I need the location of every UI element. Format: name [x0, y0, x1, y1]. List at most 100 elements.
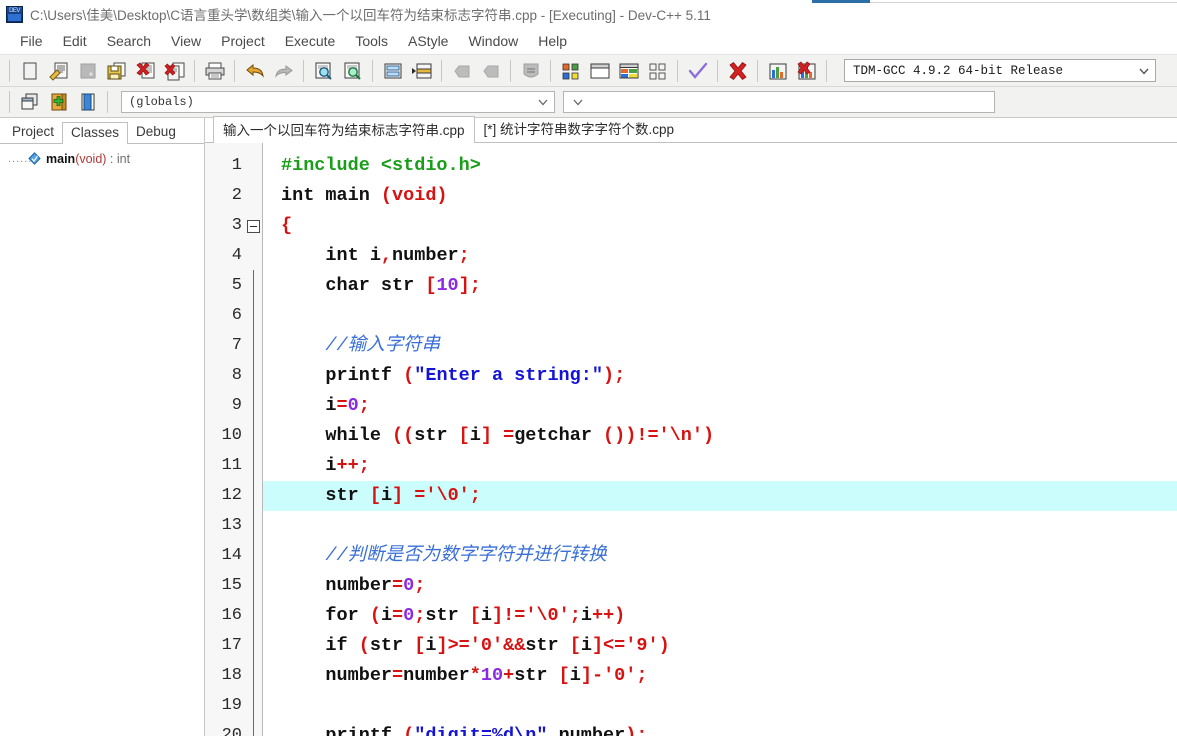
code-line[interactable]: char str [10]; — [263, 271, 1177, 301]
code-line[interactable]: int i,number; — [263, 241, 1177, 271]
compile-run-button[interactable] — [614, 57, 643, 84]
run-button[interactable] — [585, 57, 614, 84]
menu-project[interactable]: Project — [211, 31, 275, 51]
symbol-select[interactable] — [563, 91, 995, 113]
main-toolbar: TDM-GCC 4.9.2 64-bit Release — [0, 54, 1177, 87]
close-file-button[interactable] — [131, 57, 160, 84]
code-line[interactable]: number=number*10+str [i]-'0'; — [263, 661, 1177, 691]
menu-tools[interactable]: Tools — [345, 31, 398, 51]
chevron-down-icon — [538, 99, 548, 106]
bookmark-button[interactable] — [516, 57, 545, 84]
menu-window[interactable]: Window — [458, 31, 528, 51]
code-token: [ — [414, 635, 426, 656]
code-token: { — [281, 215, 293, 236]
menu-execute[interactable]: Execute — [275, 31, 346, 51]
code-token: [ — [558, 665, 570, 686]
scope-select-value: (globals) — [129, 95, 194, 109]
print-button[interactable] — [200, 57, 229, 84]
tree-item-type: : int — [106, 151, 131, 166]
menu-view[interactable]: View — [161, 31, 211, 51]
code-line[interactable]: number=0; — [263, 571, 1177, 601]
code-line[interactable]: //输入字符串 — [263, 331, 1177, 361]
code-line[interactable] — [263, 511, 1177, 541]
code-line[interactable]: printf ("Enter a string:"); — [263, 361, 1177, 391]
save-file-button[interactable] — [73, 57, 102, 84]
code-token: (( — [392, 425, 415, 446]
scope-select[interactable]: (globals) — [121, 91, 555, 113]
close-all-button[interactable] — [160, 57, 189, 84]
stop-execution-button[interactable] — [723, 57, 752, 84]
code-token: '9' — [625, 635, 659, 656]
code-line[interactable] — [263, 691, 1177, 721]
compiler-select[interactable]: TDM-GCC 4.9.2 64-bit Release — [844, 59, 1156, 82]
add-to-project-button[interactable] — [44, 89, 73, 116]
code-text-area[interactable]: #include <stdio.h> int main (void) { int i… — [263, 143, 1177, 736]
class-browser-tree[interactable]: ...... main(void) : int — [0, 144, 204, 736]
delete-profile-button[interactable] — [792, 57, 821, 84]
code-token: printf — [281, 725, 404, 736]
chevron-down-icon — [573, 99, 583, 106]
code-token: '0' — [469, 635, 504, 656]
menu-edit[interactable]: Edit — [53, 31, 97, 51]
code-token: str — [414, 425, 459, 446]
editor-tab-secondary[interactable]: [*] 统计字符串数字字符个数.cpp — [475, 115, 684, 142]
compile-button[interactable] — [556, 57, 585, 84]
red-x-icon — [728, 61, 747, 80]
save-all-button[interactable] — [102, 57, 131, 84]
menu-help[interactable]: Help — [528, 31, 577, 51]
code-token: (void) — [380, 185, 448, 206]
code-token: i — [380, 485, 393, 506]
tree-item-main[interactable]: ...... main(void) : int — [0, 149, 204, 168]
rebuild-button[interactable] — [643, 57, 672, 84]
undo-button[interactable] — [240, 57, 269, 84]
menu-astyle[interactable]: AStyle — [398, 31, 458, 51]
syntax-check-button[interactable] — [683, 57, 712, 84]
code-line[interactable]: i=0; — [263, 391, 1177, 421]
code-token: 10 — [480, 665, 504, 686]
open-file-icon — [48, 62, 67, 81]
tab-classes[interactable]: Classes — [62, 122, 129, 144]
code-line[interactable]: printf ("digit=%d\n",number); — [263, 721, 1177, 736]
undo-arrow-icon — [245, 63, 264, 78]
code-line[interactable]: while ((str [i] =getchar ())!='\n') — [263, 421, 1177, 451]
tab-debug[interactable]: Debug — [128, 121, 184, 143]
code-line[interactable]: int main (void) — [263, 181, 1177, 211]
back-button[interactable] — [447, 57, 476, 84]
fold-collapse-icon[interactable] — [247, 220, 260, 233]
code-editor[interactable]: 1 2 3 4 5 6 7 8 9 10 11 12 13 14 15 16 17 18 19 20 #include… — [205, 143, 1177, 736]
code-token: number — [392, 245, 459, 266]
goto-function-button[interactable] — [407, 57, 436, 84]
goto-line-icon — [384, 63, 401, 78]
toolbar-separator — [510, 59, 511, 82]
forward-button[interactable] — [476, 57, 505, 84]
code-token: ; — [469, 485, 481, 506]
code-line[interactable]: str [i] ='\0'; — [263, 481, 1177, 511]
menu-file[interactable]: File — [10, 31, 53, 51]
find-button[interactable] — [309, 57, 338, 84]
code-line[interactable]: #include <stdio.h> — [263, 151, 1177, 181]
replace-button[interactable] — [338, 57, 367, 84]
code-line[interactable]: { — [263, 211, 1177, 241]
new-file-button[interactable] — [15, 57, 44, 84]
goto-function-icon — [411, 63, 431, 78]
open-file-button[interactable] — [44, 57, 73, 84]
check-mark-icon — [688, 62, 707, 79]
code-token: number — [281, 575, 393, 596]
code-line[interactable]: i++; — [263, 451, 1177, 481]
code-line[interactable] — [263, 301, 1177, 331]
code-line[interactable]: for (i=0;str [i]!='\0';i++) — [263, 601, 1177, 631]
new-project-button[interactable] — [15, 89, 44, 116]
code-line[interactable]: //判断是否为数字字符并进行转换 — [263, 541, 1177, 571]
profile-button[interactable] — [763, 57, 792, 84]
remove-from-project-button[interactable] — [73, 89, 102, 116]
left-panel: Project Classes Debug ...... main(void) … — [0, 118, 205, 736]
goto-line-button[interactable] — [378, 57, 407, 84]
menu-search[interactable]: Search — [97, 31, 161, 51]
line-number: 3 — [205, 211, 262, 241]
tab-project[interactable]: Project — [4, 121, 62, 143]
code-token: i — [469, 425, 481, 446]
code-line[interactable]: if (str [i]>='0'&&str [i]<='9') — [263, 631, 1177, 661]
redo-button[interactable] — [269, 57, 298, 84]
function-diamond-icon — [28, 152, 41, 165]
editor-tab-active[interactable]: 输入一个以回车符为结束标志字符串.cpp — [213, 116, 475, 143]
